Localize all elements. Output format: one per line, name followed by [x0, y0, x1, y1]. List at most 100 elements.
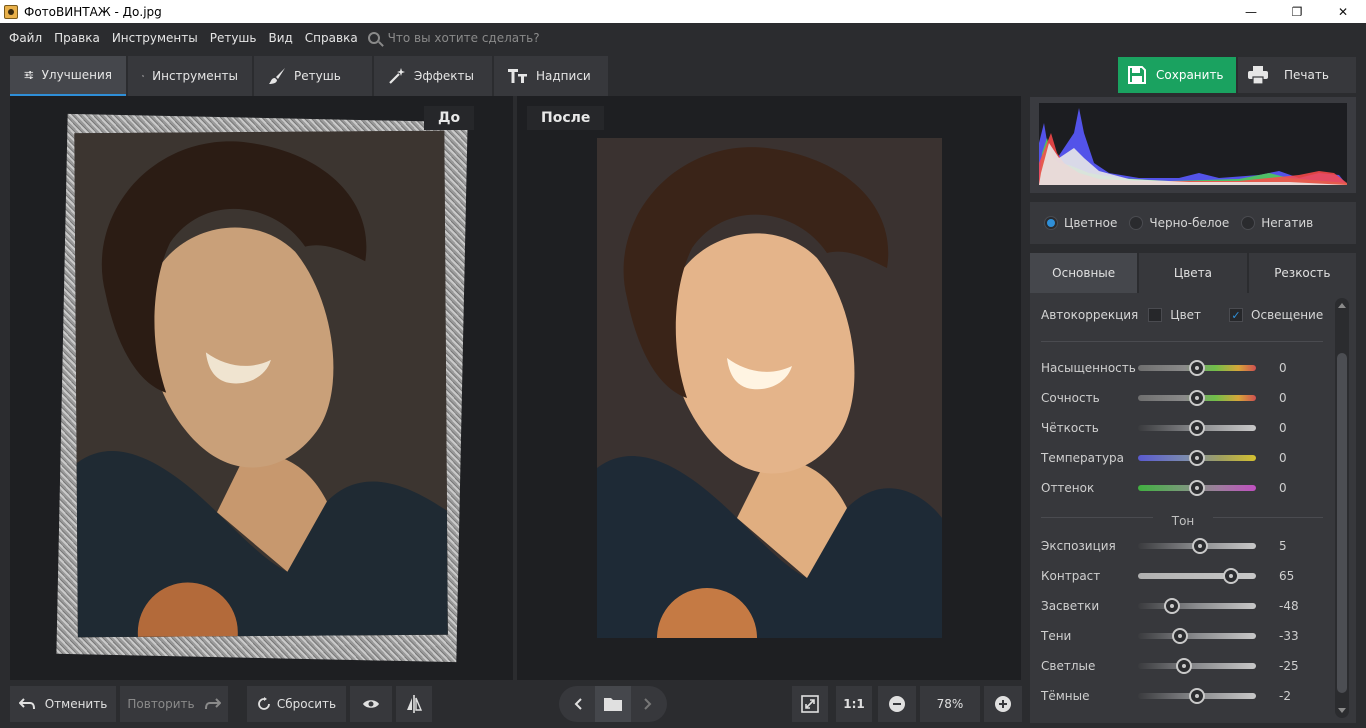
command-search[interactable]: Что вы хотите сделать? — [367, 31, 540, 45]
settings-scrollbar[interactable] — [1335, 298, 1349, 718]
close-button[interactable]: ✕ — [1320, 0, 1366, 23]
maximize-button[interactable]: ❐ — [1274, 0, 1320, 23]
settings-panel: Цветное Черно-белое Негатив Основные Цве… — [1029, 96, 1357, 728]
adjustment-slider[interactable] — [1138, 420, 1256, 436]
adjustment-value: 65 — [1279, 569, 1295, 583]
mode-color-radio[interactable] — [1044, 216, 1058, 230]
open-folder-button[interactable] — [595, 686, 631, 722]
adjustment-slider[interactable] — [1138, 658, 1256, 674]
adjustment-slider[interactable] — [1138, 390, 1256, 406]
zoom-level[interactable]: 78% — [920, 686, 980, 722]
mode-negative[interactable]: Негатив — [1241, 216, 1313, 230]
tab-captions[interactable]: Надписи — [494, 56, 608, 96]
previous-photo-button[interactable] — [561, 698, 595, 710]
printer-icon — [1248, 66, 1268, 84]
fit-to-screen-button[interactable] — [792, 686, 828, 722]
slider-knob[interactable] — [1191, 538, 1208, 554]
eye-icon — [363, 700, 379, 708]
actual-size-button[interactable]: 1:1 — [836, 686, 872, 722]
slider-knob[interactable] — [1189, 420, 1205, 436]
zoom-in-button[interactable] — [984, 686, 1022, 722]
adjustment-row: Оттенок 0 — [1041, 478, 1331, 498]
after-label: После — [527, 106, 605, 130]
slider-knob[interactable] — [1189, 450, 1205, 466]
autocorrect-color-label: Цвет — [1170, 308, 1202, 322]
mode-negative-radio[interactable] — [1241, 216, 1256, 230]
menu-help[interactable]: Справка — [299, 31, 364, 45]
adjustment-value: 0 — [1279, 391, 1287, 405]
menu-view[interactable]: Вид — [262, 31, 298, 45]
slider-knob[interactable] — [1164, 598, 1181, 614]
adjustment-slider[interactable] — [1138, 568, 1256, 584]
magic-wand-icon — [389, 68, 405, 84]
tab-captions-label: Надписи — [536, 69, 591, 83]
mode-bw-radio[interactable] — [1129, 216, 1144, 230]
slider-knob[interactable] — [1223, 568, 1240, 584]
mode-color[interactable]: Цветное — [1044, 216, 1117, 230]
minimize-button[interactable]: — — [1228, 0, 1274, 23]
zoom-in-icon — [995, 696, 1011, 712]
menu-edit[interactable]: Правка — [48, 31, 106, 45]
slider-knob[interactable] — [1189, 480, 1205, 496]
tab-enhance-label: Улучшения — [41, 68, 112, 82]
tab-enhance[interactable]: Улучшения — [10, 56, 126, 96]
adjustment-slider[interactable] — [1138, 628, 1256, 644]
adjustment-row: Светлые -25 — [1041, 656, 1331, 676]
adjustment-value: -33 — [1279, 629, 1299, 643]
scrollbar-thumb[interactable] — [1337, 353, 1347, 693]
adjustment-slider[interactable] — [1138, 598, 1256, 614]
reset-button[interactable]: Сбросить — [247, 686, 346, 722]
tab-effects[interactable]: Эффекты — [374, 56, 492, 96]
adjustment-label: Тени — [1041, 629, 1072, 643]
slider-knob[interactable] — [1189, 688, 1205, 704]
adjustment-slider[interactable] — [1138, 360, 1256, 376]
autocorrect-light-checkbox[interactable]: ✓ — [1229, 308, 1244, 322]
autocorrect-color-checkbox[interactable] — [1148, 308, 1163, 322]
adjustment-label: Температура — [1041, 451, 1125, 465]
mode-bw[interactable]: Черно-белое — [1129, 216, 1229, 230]
before-label: До — [424, 106, 475, 130]
tab-tools[interactable]: Инструменты — [128, 56, 252, 96]
tab-retouch[interactable]: Ретушь — [254, 56, 372, 96]
bottom-bar: Отменить Повторить Сбросить 1:1 78% — [0, 680, 1028, 728]
adjustment-row: Чёткость 0 — [1041, 418, 1331, 438]
menu-retouch[interactable]: Ретушь — [204, 31, 263, 45]
reset-icon — [258, 697, 270, 710]
tab-effects-label: Эффекты — [414, 69, 474, 83]
adjustment-value: -48 — [1279, 599, 1299, 613]
subtab-sharpness[interactable]: Резкость — [1248, 253, 1356, 293]
next-photo-button[interactable] — [631, 698, 665, 710]
adjustment-label: Контраст — [1041, 569, 1101, 583]
slider-knob[interactable] — [1176, 658, 1193, 674]
redo-button[interactable]: Повторить — [120, 686, 228, 722]
folder-icon — [604, 698, 622, 711]
zoom-out-button[interactable] — [878, 686, 916, 722]
adjustment-slider[interactable] — [1138, 450, 1256, 466]
slider-knob[interactable] — [1172, 628, 1189, 644]
adjustment-value: 5 — [1279, 539, 1287, 553]
app-logo-icon — [4, 4, 18, 19]
print-button[interactable]: Печать — [1238, 57, 1356, 93]
subtab-basic[interactable]: Основные — [1030, 253, 1138, 293]
undo-button[interactable]: Отменить — [10, 686, 116, 722]
slider-knob[interactable] — [1189, 360, 1205, 376]
adjustment-slider[interactable] — [1138, 480, 1256, 496]
scroll-down-icon[interactable] — [1338, 708, 1346, 713]
save-button[interactable]: Сохранить — [1118, 57, 1236, 93]
slider-knob[interactable] — [1189, 390, 1205, 406]
scroll-up-icon[interactable] — [1338, 303, 1346, 308]
before-photo — [74, 130, 448, 638]
menu-file[interactable]: Файл — [3, 31, 48, 45]
adjustment-value: 0 — [1279, 361, 1287, 375]
adjustment-row: Температура 0 — [1041, 448, 1331, 468]
subtab-colors[interactable]: Цвета — [1139, 253, 1247, 293]
preview-toggle-button[interactable] — [350, 686, 392, 722]
adjustment-subtabs: Основные Цвета Резкость — [1030, 253, 1356, 293]
adjustment-slider[interactable] — [1138, 688, 1256, 704]
menu-tools[interactable]: Инструменты — [106, 31, 204, 45]
compare-view-button[interactable] — [396, 686, 432, 722]
mode-negative-label: Негатив — [1261, 216, 1314, 230]
divider — [1041, 341, 1323, 342]
adjustment-label: Оттенок — [1041, 481, 1095, 495]
adjustment-slider[interactable] — [1138, 538, 1256, 554]
